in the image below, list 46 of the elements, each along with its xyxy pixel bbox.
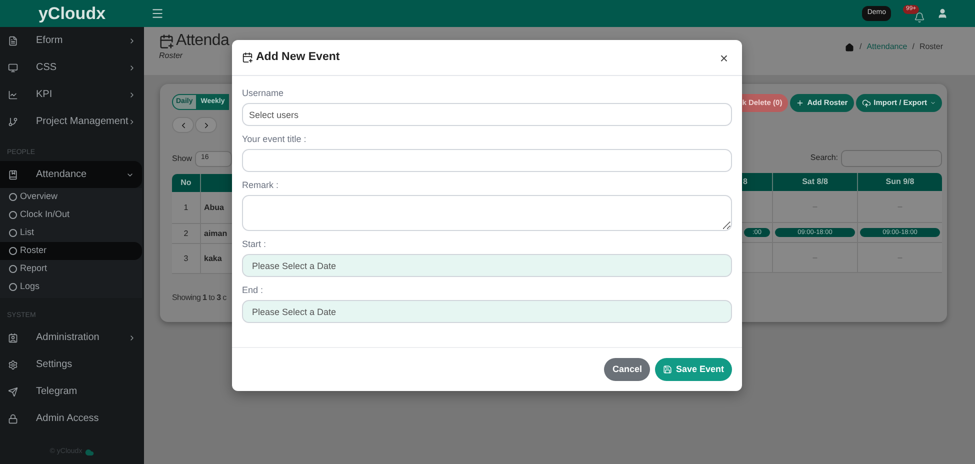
table-cell: 3 [172,244,201,273]
breadcrumb-separator: / [859,41,862,53]
page-title: Attenda [176,31,230,51]
submenu-item[interactable]: Roster [0,242,142,260]
table-cell-text: kaka [203,252,223,264]
table-cell: 1 [172,192,201,223]
breadcrumb-current: Roster [919,41,943,53]
nav-item[interactable]: CSS [0,54,144,81]
nav-item[interactable]: Telegram [0,378,144,405]
search-label: Search: [810,152,838,164]
empty-dash: – [898,252,902,264]
show-label: Show [172,152,192,164]
table-cell-text: Abua [203,202,225,214]
table-cell: 2 [172,224,201,243]
nav-item[interactable]: Attendance [0,161,142,188]
empty-dash: – [898,200,902,212]
nav-item[interactable]: Admin Access [0,405,144,432]
nav-item[interactable]: Settings [0,351,144,378]
table-info: Showing 1 to 3 c [172,292,228,304]
save-button[interactable]: Save Event [654,358,732,381]
user-select-field[interactable]: Select users [242,103,732,126]
close-button[interactable]: × [720,50,728,64]
nav-item[interactable]: Administration [0,324,144,351]
submenu-item[interactable]: Report [0,260,142,278]
submenu-item[interactable]: Logs [0,278,142,296]
cancel-button[interactable]: Cancel [604,358,650,381]
field-label: Username [242,87,285,99]
field-label: End : [242,284,264,296]
dialog-title: Add New Event [256,50,340,65]
nav-item[interactable]: KPI [0,81,144,108]
submenu-item[interactable]: Overview [0,188,142,206]
field-label: Your event title : [242,133,308,145]
submenu-item[interactable]: Clock In/Out [0,206,142,224]
date-field[interactable]: Please Select a Date [242,300,732,323]
field-label: Start : [242,238,268,250]
page-subtitle: Roster [159,51,184,61]
date-field[interactable]: Please Select a Date [242,254,732,277]
brand-logo[interactable]: yCloudx [0,0,144,27]
nav-item[interactable]: Eform [0,27,144,54]
field-label: Remark : [242,179,280,191]
submenu-item[interactable]: List [0,224,142,242]
nav-item[interactable]: Project Management [0,108,144,135]
empty-dash: – [812,200,818,212]
table-cell-text: aiman [203,228,228,240]
breadcrumb-separator: / [912,41,914,53]
empty-dash: – [812,252,818,264]
